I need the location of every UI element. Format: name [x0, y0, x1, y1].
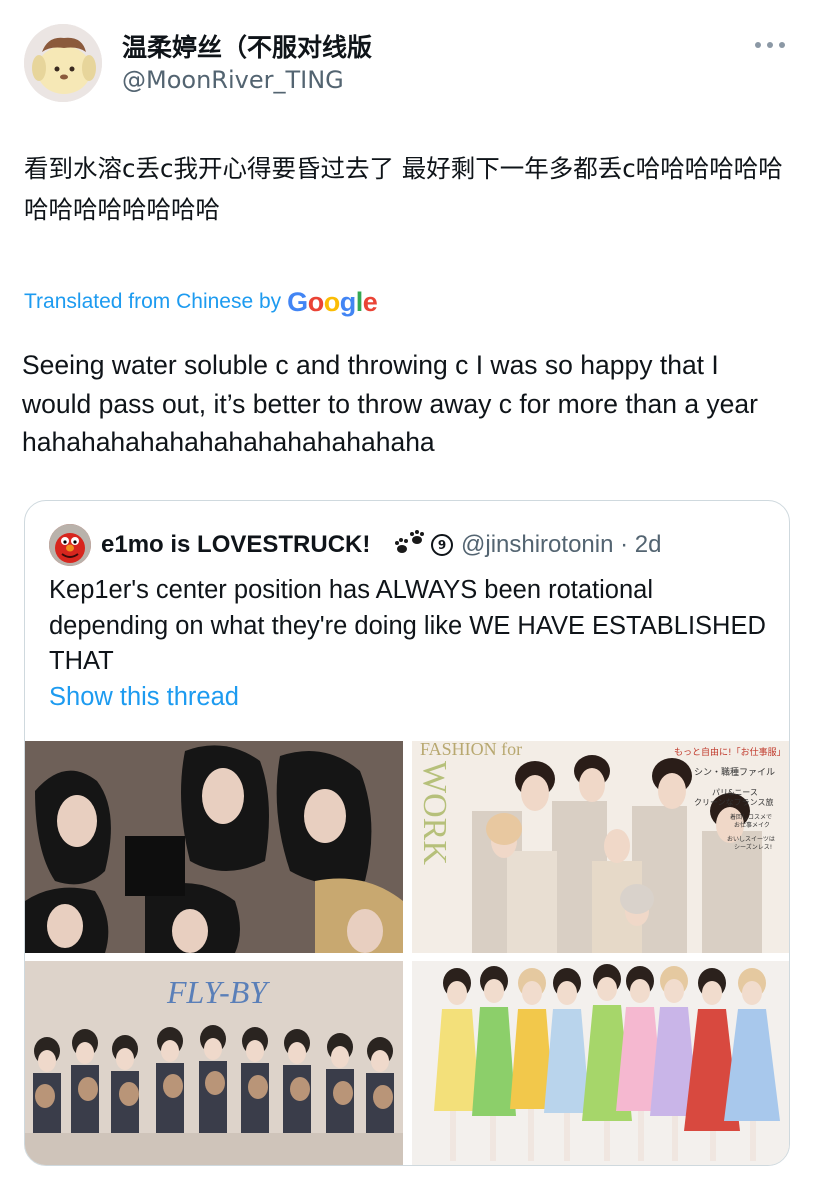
quoted-photo-1[interactable]: [25, 741, 403, 953]
magazine-cover-image: FASHION for WORK もっと自由に!「お仕事服」 シン・職種ファイル…: [412, 741, 789, 953]
svg-text:もっと自由に!「お仕事服」: もっと自由に!「お仕事服」: [674, 746, 786, 758]
tweet-original-text: 看到水溶c丢c我开心得要昏过去了 最好剩下一年多都丢c哈哈哈哈哈哈哈哈哈哈哈哈哈…: [24, 154, 783, 224]
album-concept-image: FLY-BY: [25, 961, 403, 1165]
author-display-name[interactable]: 温柔婷丝（不服对线版: [122, 28, 372, 64]
colorful-dresses-image: [412, 961, 789, 1165]
quoted-photo-4[interactable]: [412, 961, 789, 1165]
translation-label: Translated from Chinese by: [24, 290, 282, 313]
tweet-translated-text: Seeing water soluble c and throwing c I …: [22, 350, 758, 457]
google-logo: Google: [287, 286, 378, 317]
svg-text:お仕事メイク: お仕事メイク: [734, 821, 770, 829]
svg-text:WORK: WORK: [416, 761, 453, 865]
svg-text:シーズンレス!: シーズンレス!: [734, 843, 772, 851]
svg-text:おいしスイーツは: おいしスイーツは: [727, 836, 775, 843]
quoted-photo-2[interactable]: FASHION for WORK もっと自由に!「お仕事服」 シン・職種ファイル…: [412, 741, 789, 953]
quoted-author-avatar[interactable]: [49, 524, 91, 566]
album-logo-text: FLY-BY: [166, 974, 270, 1010]
quoted-tweet-text: Kep1er's center position has ALWAYS been…: [49, 576, 766, 675]
quoted-author-handle-time[interactable]: @jinshirotonin · 2d: [461, 531, 661, 559]
elmo-avatar-image: [49, 524, 91, 566]
show-thread-link[interactable]: Show this thread: [49, 683, 239, 712]
quoted-tweet-card[interactable]: e1mo is LOVESTRUCK! 9 @jinshirotonin · 2…: [24, 500, 790, 1166]
author-handle[interactable]: @MoonRiver_TING: [122, 66, 344, 94]
translation-attribution[interactable]: Translated from Chinese by Google: [24, 286, 378, 318]
svg-text:パリ&ニース: パリ&ニース: [712, 788, 758, 797]
svg-text:着回しコスメで: 着回しコスメで: [730, 813, 772, 821]
svg-text:クリーンなフランス旅: クリーンなフランス旅: [694, 797, 773, 807]
svg-text:FASHION for: FASHION for: [420, 741, 522, 759]
group-portrait-image: [25, 741, 403, 953]
svg-text:シン・職種ファイル: シン・職種ファイル: [694, 767, 775, 778]
pompompurin-avatar-image: [24, 24, 102, 102]
author-avatar[interactable]: [24, 24, 102, 102]
quoted-photo-3[interactable]: FLY-BY: [25, 961, 403, 1165]
quoted-author-display-name[interactable]: e1mo is LOVESTRUCK!: [101, 531, 370, 559]
more-horizontal-icon[interactable]: [750, 30, 790, 58]
quoted-author-badge: 9: [431, 534, 453, 556]
paw-prints-icon: [393, 529, 427, 559]
